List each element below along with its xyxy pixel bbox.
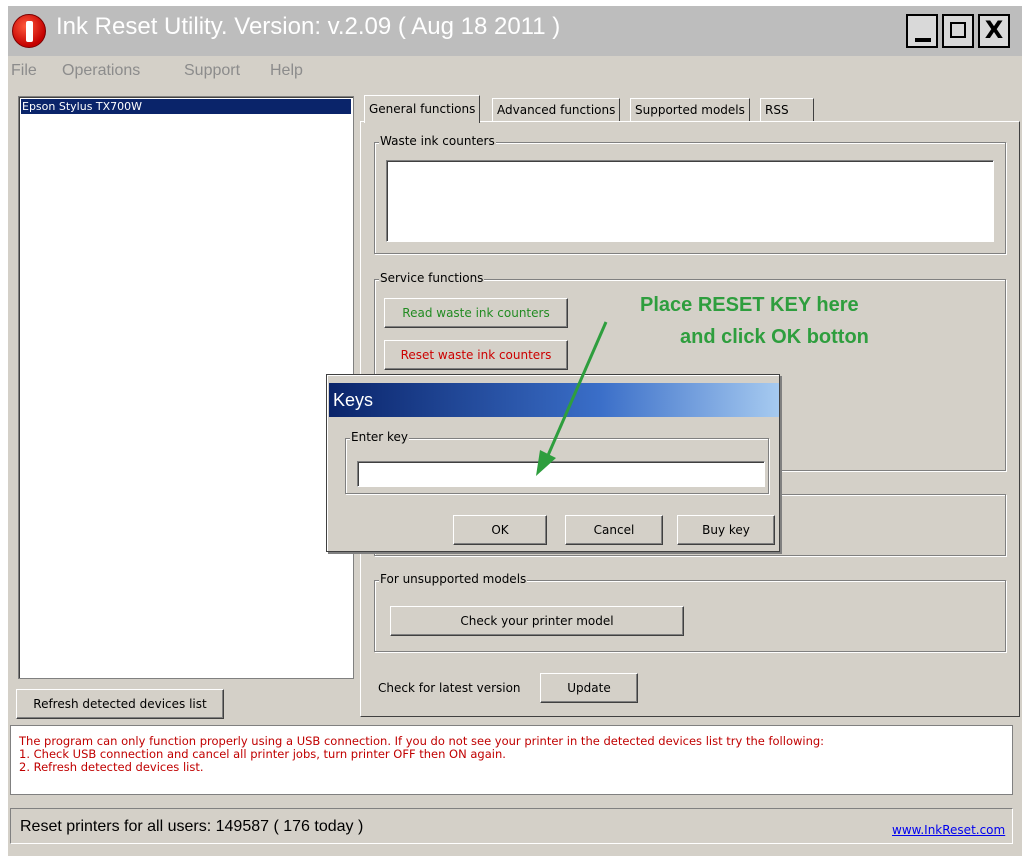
enter-key-input[interactable] xyxy=(357,461,765,487)
update-button[interactable]: Update xyxy=(540,673,638,703)
check-latest-version-label: Check for latest version xyxy=(378,681,521,695)
read-waste-ink-counters-button[interactable]: Read waste ink counters xyxy=(384,298,568,328)
check-printer-model-button[interactable]: Check your printer model xyxy=(390,606,684,636)
ok-button[interactable]: OK xyxy=(453,515,547,545)
keys-dialog: Keys Enter key OK Cancel Buy key xyxy=(326,374,780,552)
reset-count-status: Reset printers for all users: 149587 ( 1… xyxy=(20,818,364,835)
tab-advanced-functions[interactable]: Advanced functions xyxy=(492,98,621,122)
tab-general-functions[interactable]: General functions xyxy=(364,95,481,123)
service-functions-label: Service functions xyxy=(379,271,485,285)
minimize-button[interactable] xyxy=(906,14,938,48)
waste-ink-counters-field[interactable] xyxy=(386,160,994,242)
usb-info-box: The program can only function properly u… xyxy=(10,725,1013,795)
app-logo-icon xyxy=(12,14,46,48)
maximize-button[interactable] xyxy=(942,14,974,48)
title-bar[interactable]: Ink Reset Utility. Version: v.2.09 ( Aug… xyxy=(8,6,1022,56)
menu-support[interactable]: Support xyxy=(184,62,240,80)
buy-key-button[interactable]: Buy key xyxy=(677,515,775,545)
enter-key-label: Enter key xyxy=(350,430,410,444)
tab-supported-models[interactable]: Supported models xyxy=(630,98,750,122)
minimize-icon xyxy=(915,38,931,42)
waste-ink-counters-label: Waste ink counters xyxy=(379,134,496,148)
inkreset-website-link[interactable]: www.InkReset.com xyxy=(892,823,1005,837)
tab-rss[interactable]: RSS xyxy=(760,98,814,122)
annotation-line-1: Place RESET KEY here xyxy=(640,294,859,316)
maximize-icon xyxy=(950,22,966,38)
refresh-devices-button[interactable]: Refresh detected devices list xyxy=(16,689,224,719)
close-button[interactable]: X xyxy=(978,14,1010,48)
unsupported-models-label: For unsupported models xyxy=(379,572,528,586)
info-line-3: 2. Refresh detected devices list. xyxy=(19,760,204,774)
keys-dialog-title[interactable]: Keys xyxy=(329,383,779,417)
cancel-button[interactable]: Cancel xyxy=(565,515,663,545)
menu-file[interactable]: File xyxy=(11,62,37,80)
detected-devices-list[interactable]: Epson Stylus TX700W xyxy=(18,96,354,679)
device-item-selected[interactable]: Epson Stylus TX700W xyxy=(21,99,351,114)
window-title: Ink Reset Utility. Version: v.2.09 ( Aug… xyxy=(56,13,561,40)
annotation-line-2: and click OK botton xyxy=(680,326,869,348)
menu-help[interactable]: Help xyxy=(270,62,303,80)
reset-waste-ink-counters-button[interactable]: Reset waste ink counters xyxy=(384,340,568,370)
menu-operations[interactable]: Operations xyxy=(62,62,140,80)
